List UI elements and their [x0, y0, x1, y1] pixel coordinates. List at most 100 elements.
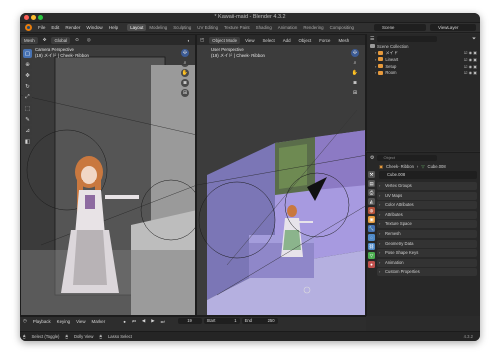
- expand-chevron-icon[interactable]: ›: [375, 50, 376, 55]
- end-frame-field[interactable]: End 250: [241, 318, 278, 324]
- grid-toggle-icon[interactable]: ⊞: [351, 89, 359, 97]
- current-frame-field[interactable]: 19: [177, 318, 202, 324]
- mesh-data-tab-icon[interactable]: ▽: [368, 252, 375, 259]
- blender-logo-icon[interactable]: [25, 24, 32, 31]
- filter-icon[interactable]: ⏷: [472, 36, 476, 42]
- menu-keying[interactable]: Keying: [54, 319, 73, 324]
- start-frame-field[interactable]: Start 1: [203, 318, 240, 324]
- menu-select[interactable]: Select: [260, 37, 278, 44]
- outliner-item[interactable]: › Room ☑ ◉ ▣: [367, 69, 480, 76]
- rotate-tool-icon[interactable]: ↻: [23, 82, 32, 91]
- section-pose-shape-keys[interactable]: › Pose Shape Keys: [377, 249, 477, 258]
- outliner-item[interactable]: › Lineart ☑ ◉ ▣: [367, 56, 480, 63]
- section-geometry-data[interactable]: › Geometry Data: [377, 239, 477, 248]
- modifier-tab-icon[interactable]: 🔧: [368, 225, 375, 232]
- visibility-toggles[interactable]: ☑ ◉ ▣: [464, 64, 477, 69]
- orientation-dropdown[interactable]: Global: [51, 36, 71, 44]
- add-cube-tool-icon[interactable]: ◧: [23, 137, 32, 146]
- menu-playback[interactable]: Playback: [30, 319, 54, 324]
- section-remesh[interactable]: › Remesh: [377, 229, 477, 238]
- expand-chevron-icon[interactable]: ›: [375, 70, 376, 75]
- left-viewport[interactable]: Mesh ✥ Global ⊙ ◎ ◐ Camera Perspective (…: [20, 34, 196, 316]
- pivot-icon[interactable]: ⊙: [72, 36, 82, 44]
- annotate-tool-icon[interactable]: ✎: [23, 115, 32, 124]
- zoom-icon[interactable]: ⌕: [351, 59, 359, 67]
- axis-gizmo-icon[interactable]: ✣: [181, 49, 189, 57]
- menu-object[interactable]: Object: [296, 37, 315, 44]
- output-tab-icon[interactable]: ⎙: [368, 189, 375, 196]
- measure-tool-icon[interactable]: ⊿: [23, 126, 32, 135]
- properties-search-field[interactable]: Object: [377, 154, 438, 161]
- expand-chevron-icon[interactable]: ›: [375, 64, 376, 69]
- pan-hand-icon[interactable]: ✋: [351, 69, 359, 77]
- physics-tab-icon[interactable]: ◌: [368, 234, 375, 241]
- scene-tab-icon[interactable]: ◭: [368, 198, 375, 205]
- cursor-tool-icon[interactable]: ⊕: [23, 60, 32, 69]
- menu-window[interactable]: Window: [83, 25, 105, 30]
- move-tool-icon[interactable]: ✥: [23, 71, 32, 80]
- camera-view-icon[interactable]: ◙: [181, 79, 189, 87]
- play-icon[interactable]: ▶: [148, 318, 157, 324]
- view-shading-icon[interactable]: ◐: [184, 37, 193, 44]
- pan-hand-icon[interactable]: ✋: [181, 69, 189, 77]
- right-viewport[interactable]: ◰ Object Mode View Select Add Object For…: [196, 34, 366, 316]
- section-texture-space[interactable]: › Texture Space: [377, 220, 477, 229]
- tool-tab-icon[interactable]: ⚒: [368, 171, 375, 178]
- visibility-toggles[interactable]: ☑ ◉ ▣: [464, 70, 477, 75]
- transform-tool-icon[interactable]: ⬚: [23, 104, 32, 113]
- object-mode-dropdown[interactable]: Object Mode: [209, 36, 241, 44]
- zoom-icon[interactable]: ⌕: [181, 59, 189, 67]
- scene-selector[interactable]: Scene: [374, 24, 426, 31]
- object-tab-icon[interactable]: ▣: [368, 216, 375, 223]
- menu-mesh[interactable]: Mesh: [335, 37, 352, 44]
- expand-chevron-icon[interactable]: ›: [375, 57, 376, 62]
- world-tab-icon[interactable]: ◍: [368, 207, 375, 214]
- tab-modeling[interactable]: Modeling: [146, 24, 170, 31]
- mesh-datablock-field[interactable]: Cube.008: [379, 171, 477, 179]
- section-animation[interactable]: › Animation: [377, 258, 477, 267]
- snap-icon[interactable]: ✥: [40, 36, 50, 44]
- tab-animation[interactable]: Animation: [275, 24, 301, 31]
- menu-force[interactable]: Force: [316, 37, 333, 44]
- editor-type-icon[interactable]: ◰: [197, 36, 207, 44]
- tab-rendering[interactable]: Rendering: [300, 24, 326, 31]
- properties-type-icon[interactable]: ⚙: [370, 155, 374, 161]
- menu-file[interactable]: File: [35, 25, 48, 30]
- section-color-attributes[interactable]: › Color Attributes: [377, 201, 477, 210]
- timeline-editor-icon[interactable]: ◷: [20, 318, 30, 324]
- axis-gizmo-icon[interactable]: ✣: [351, 49, 359, 57]
- tab-sculpting[interactable]: Sculpting: [170, 24, 194, 31]
- menu-view[interactable]: View: [73, 319, 88, 324]
- tab-layout[interactable]: Layout: [127, 24, 147, 31]
- menu-help[interactable]: Help: [106, 25, 121, 30]
- menu-marker[interactable]: Marker: [89, 319, 109, 324]
- render-tab-icon[interactable]: ▤: [368, 180, 375, 187]
- next-key-icon[interactable]: ⏭: [158, 319, 168, 324]
- tab-uv-editing[interactable]: UV Editing: [194, 24, 221, 31]
- constraint-tab-icon[interactable]: ⛓: [368, 243, 375, 250]
- menu-edit[interactable]: Edit: [48, 25, 62, 30]
- jump-start-icon[interactable]: ⏮: [129, 319, 139, 324]
- tab-compositing[interactable]: Compositing: [327, 24, 357, 31]
- mesh-mode-dropdown[interactable]: Mesh: [21, 36, 38, 44]
- outliner-type-icon[interactable]: ☰: [370, 36, 374, 42]
- outliner-search-field[interactable]: [377, 35, 438, 42]
- tab-texture-paint[interactable]: Texture Paint: [221, 24, 253, 31]
- scale-tool-icon[interactable]: ⤢: [23, 93, 32, 102]
- proportional-icon[interactable]: ◎: [84, 36, 94, 44]
- menu-render[interactable]: Render: [62, 25, 83, 30]
- grid-toggle-icon[interactable]: ⊞: [181, 89, 189, 97]
- outliner-item[interactable]: › メイド ☑ ◉ ▣: [367, 50, 480, 57]
- outliner-item[interactable]: › Setup ☑ ◉ ▣: [367, 63, 480, 70]
- camera-view-icon[interactable]: ◙: [351, 79, 359, 87]
- visibility-toggles[interactable]: ☑ ◉ ▣: [464, 50, 477, 55]
- view-layer-selector[interactable]: ViewLayer: [430, 24, 476, 31]
- prev-key-icon[interactable]: ◀: [139, 318, 148, 324]
- menu-view[interactable]: View: [242, 37, 257, 44]
- section-attributes[interactable]: › Attributes: [377, 210, 477, 219]
- menu-add[interactable]: Add: [280, 37, 294, 44]
- material-tab-icon[interactable]: ●: [368, 261, 375, 268]
- select-box-tool-icon[interactable]: ▢: [23, 49, 32, 58]
- section-uv-maps[interactable]: › UV Maps: [377, 191, 477, 200]
- scene-collection-row[interactable]: Scene Collection: [367, 43, 480, 50]
